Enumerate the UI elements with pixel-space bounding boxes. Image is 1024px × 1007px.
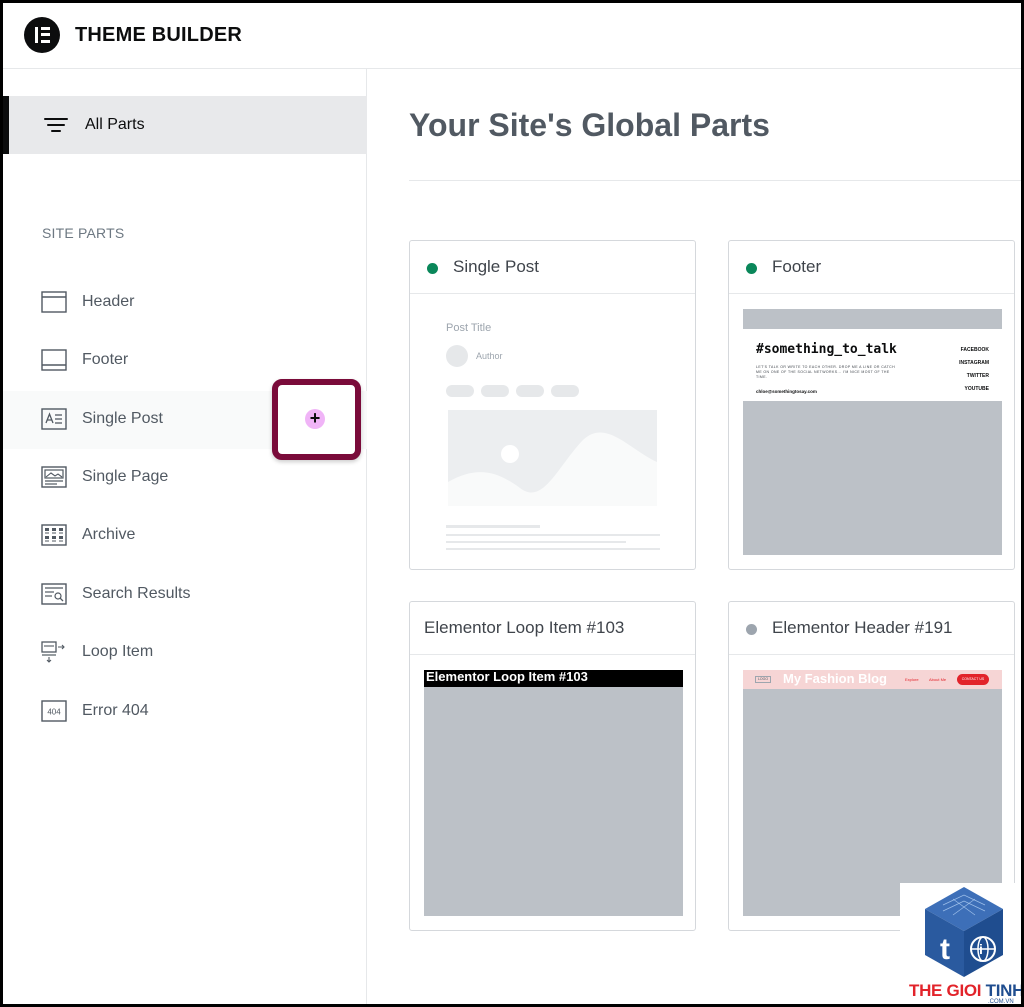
card-title: Elementor Loop Item #103	[424, 618, 625, 637]
elementor-logo-icon	[24, 17, 60, 53]
sidebar-item-label: All Parts	[85, 116, 145, 133]
app-title: THEME BUILDER	[75, 24, 243, 46]
header-icon	[41, 291, 67, 313]
status-dot-published	[746, 263, 757, 274]
header-preview-nav: About Me	[929, 677, 947, 682]
preview-tag-pill	[551, 385, 579, 397]
preview-tag-pill	[446, 385, 474, 397]
sidebar-item-label: Footer	[82, 351, 129, 368]
header-preview-bar: LOGO My Fashion Blog Explore About Me CO…	[743, 670, 1002, 689]
footer-preview-link: YOUTUBE	[964, 386, 989, 392]
archive-icon	[41, 524, 67, 546]
sidebar-item-label: Header	[82, 293, 135, 310]
footer-icon	[41, 349, 67, 371]
part-card-header[interactable]: Elementor Header #191 LOGO My Fashion Bl…	[728, 601, 1015, 931]
status-dot-published	[427, 263, 438, 274]
sidebar-item-error-404[interactable]: 404 Error 404	[3, 683, 367, 741]
add-single-post-button[interactable]: +	[305, 409, 325, 429]
part-card-footer[interactable]: Footer #something_to_talk LET'S TALK OR …	[728, 240, 1015, 570]
author-avatar-icon	[446, 345, 468, 367]
card-preview: #something_to_talk LET'S TALK OR WRITE T…	[743, 309, 1002, 555]
preview-tag-pill	[481, 385, 509, 397]
sidebar-item-label: Error 404	[82, 702, 149, 719]
header-preview-logo-text: My Fashion Blog	[783, 671, 887, 686]
divider	[409, 180, 1021, 181]
image-placeholder-icon	[448, 410, 657, 506]
preview-text-line	[446, 548, 660, 550]
card-title: Footer	[772, 257, 822, 276]
sidebar-item-all-parts[interactable]: All Parts	[3, 96, 367, 154]
single-post-icon	[41, 408, 67, 430]
svg-text:i: i	[979, 941, 983, 957]
card-header: Elementor Loop Item #103	[410, 602, 695, 655]
footer-preview-link: TWITTER	[966, 373, 989, 379]
page-title: Your Site's Global Parts	[409, 107, 770, 143]
svg-text:t: t	[940, 933, 950, 966]
theme-builder-window: THEME BUILDER All Parts SITE PARTS Heade…	[0, 0, 1024, 1007]
svg-text:404: 404	[47, 708, 61, 717]
top-bar: THEME BUILDER	[3, 3, 1021, 69]
header-preview-logo-badge: LOGO	[755, 676, 771, 683]
cube-logo-icon: t i	[925, 887, 1003, 977]
loop-preview-banner: Elementor Loop Item #103	[424, 670, 683, 687]
preview-text-line	[446, 534, 660, 536]
sidebar: All Parts SITE PARTS Header Footer Singl…	[3, 69, 367, 1004]
card-header: Elementor Header #191	[729, 602, 1014, 655]
preview-author: Author	[476, 351, 503, 361]
loop-item-icon	[41, 641, 65, 663]
preview-text-line	[446, 525, 540, 528]
card-preview: Post Title Author	[410, 295, 695, 569]
footer-preview-heading: #something_to_talk	[756, 342, 897, 357]
sidebar-item-label: Archive	[82, 526, 136, 543]
part-card-single-post[interactable]: Single Post Post Title Author	[409, 240, 696, 570]
card-header: Footer	[729, 241, 1014, 294]
section-label-site-parts: SITE PARTS	[42, 225, 125, 241]
preview-text-line	[446, 541, 626, 543]
sidebar-item-archive[interactable]: Archive	[3, 507, 367, 565]
watermark-subtext: .COM.VN	[988, 999, 1014, 1005]
footer-preview-email: chloe@somethingtosay.com	[756, 389, 817, 394]
sidebar-item-label: Single Post	[82, 410, 163, 427]
card-preview: LOGO My Fashion Blog Explore About Me CO…	[743, 670, 1002, 916]
watermark-logo: t i THE GIOI TINHOC .COM.VN	[900, 883, 1024, 1005]
footer-preview-body: LET'S TALK OR WRITE TO EACH OTHER. DROP …	[756, 365, 896, 379]
card-title: Elementor Header #191	[772, 618, 953, 637]
watermark-text: THE GIOI TINHOC	[909, 981, 1024, 1000]
footer-preview-link: FACEBOOK	[960, 347, 989, 353]
sidebar-item-label: Single Page	[82, 468, 169, 485]
card-header: Single Post	[410, 241, 695, 294]
filter-lines-icon	[44, 118, 68, 134]
header-preview-nav: Explore	[905, 677, 919, 682]
sidebar-item-header[interactable]: Header	[3, 274, 367, 332]
sidebar-item-loop-item[interactable]: Loop Item	[3, 624, 367, 682]
sidebar-item-label: Loop Item	[82, 643, 154, 660]
card-title: Single Post	[453, 257, 539, 276]
single-page-icon	[41, 466, 67, 488]
footer-preview-topbar	[743, 309, 1002, 329]
search-results-icon	[41, 583, 67, 605]
preview-tag-pill	[516, 385, 544, 397]
card-preview: Elementor Loop Item #103	[424, 670, 683, 916]
preview-post-title: Post Title	[446, 322, 492, 334]
header-preview-cta: CONTACT US	[957, 674, 989, 685]
footer-preview-link: INSTAGRAM	[959, 360, 989, 366]
sidebar-item-label: Search Results	[82, 585, 191, 602]
footer-preview-content: #something_to_talk LET'S TALK OR WRITE T…	[743, 329, 1002, 401]
status-dot-draft	[746, 624, 757, 635]
sidebar-item-search-results[interactable]: Search Results	[3, 566, 367, 624]
add-single-post-highlight: +	[272, 379, 361, 460]
error-404-icon: 404	[41, 700, 67, 722]
part-card-loop-item[interactable]: Elementor Loop Item #103 Elementor Loop …	[409, 601, 696, 931]
